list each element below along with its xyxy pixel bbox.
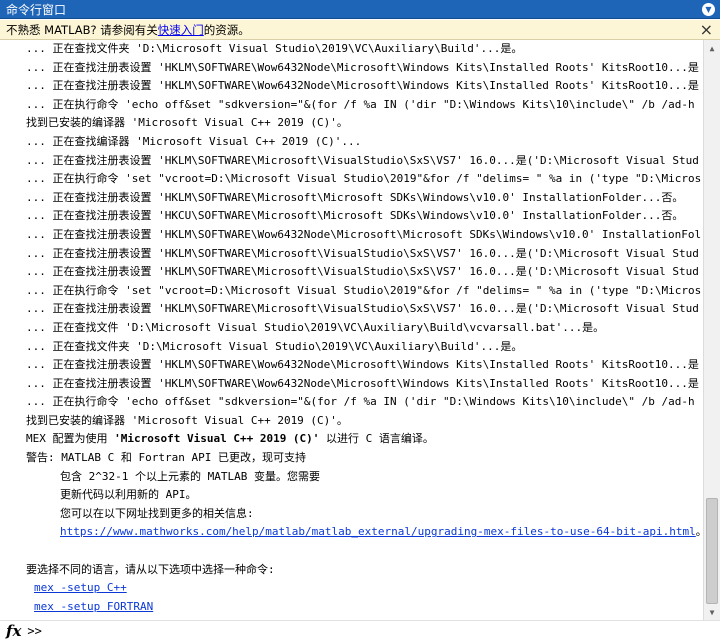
getting-started-notice: 不熟悉 MATLAB? 请参阅有关 快速入门 的资源。 × <box>0 20 720 40</box>
mex-setup-cpp-line: mex -setup C++ <box>0 579 703 598</box>
notice-suffix: 的资源。 <box>203 22 250 37</box>
output-line: ... 正在查找注册表设置 'HKCU\SOFTWARE\Microsoft\M… <box>26 209 684 223</box>
output-line: ... 正在查找注册表设置 'HKLM\SOFTWARE\Wow6432Node… <box>26 227 702 241</box>
command-input[interactable] <box>45 623 720 639</box>
output-line: ... 正在查找注册表设置 'HKLM\SOFTWARE\Microsoft\M… <box>26 190 684 204</box>
output-line: 找到已安装的编译器 'Microsoft Visual C++ 2019 (C)… <box>26 116 348 130</box>
warning-line: 您可以在以下网址找到更多的相关信息: <box>60 506 254 520</box>
warning-url-line: https://www.mathworks.com/help/matlab/ma… <box>0 523 703 542</box>
output-line: ... 正在查找注册表设置 'HKLM\SOFTWARE\Wow6432Node… <box>26 376 699 390</box>
scroll-down-icon[interactable]: ▼ <box>704 604 720 620</box>
output-line: ... 正在查找注册表设置 'HKLM\SOFTWARE\Microsoft\V… <box>26 302 699 316</box>
mex-setup-fortran-link[interactable]: mex -setup FORTRAN <box>34 600 153 613</box>
mex-prefix: MEX 配置为使用 <box>26 432 115 446</box>
command-output[interactable]: ... 正在查找文件夹 'D:\Microsoft Visual Studio\… <box>0 40 703 620</box>
prompt-symbol: >> <box>27 624 42 638</box>
mex-setup-fortran-line: mex -setup FORTRAN <box>0 598 703 617</box>
window-title: 命令行窗口 <box>6 2 67 17</box>
warning-line: 警告: MATLAB C 和 Fortran API 已更改，现可支持 <box>26 451 306 465</box>
fx-icon[interactable]: fx <box>6 622 21 640</box>
output-line: ... 正在查找文件 'D:\Microsoft Visual Studio\2… <box>26 320 605 334</box>
warning-line: 更新代码以利用新的 API。 <box>60 488 197 502</box>
mex-config-line: MEX 配置为使用 'Microsoft Visual C++ 2019 (C)… <box>0 430 703 449</box>
url-suffix: 。 <box>696 525 703 538</box>
output-line: ... 正在查找注册表设置 'HKLM\SOFTWARE\Wow6432Node… <box>26 358 699 372</box>
scroll-up-icon[interactable]: ▲ <box>704 40 720 56</box>
warning-line: 包含 2^32-1 个以上元素的 MATLAB 变量。您需要 <box>60 469 320 483</box>
getting-started-link[interactable]: 快速入门 <box>158 22 204 38</box>
output-line: ... 正在执行命令 'echo off&set "sdkversion="&(… <box>26 97 695 111</box>
output-line: ... 正在查找注册表设置 'HKLM\SOFTWARE\Microsoft\V… <box>26 153 699 167</box>
output-line: 找到已安装的编译器 'Microsoft Visual C++ 2019 (C)… <box>26 413 348 427</box>
output-line: ... 正在查找文件夹 'D:\Microsoft Visual Studio\… <box>26 339 523 353</box>
output-line: ... 正在执行命令 'set "vcroot=D:\Microsoft Vis… <box>26 172 702 186</box>
output-line: ... 正在查找注册表设置 'HKLM\SOFTWARE\Wow6432Node… <box>26 79 699 93</box>
chevron-down-icon[interactable]: ▼ <box>702 2 715 16</box>
upgrading-mex-link[interactable]: https://www.mathworks.com/help/matlab/ma… <box>60 525 696 538</box>
command-prompt: fx >> <box>0 620 720 641</box>
choose-language-text: 要选择不同的语言，请从以下选项中选择一种命令: <box>26 562 275 576</box>
output-line: ... 正在查找注册表设置 'HKLM\SOFTWARE\Microsoft\V… <box>26 246 699 260</box>
output-line: ... 正在查找注册表设置 'HKLM\SOFTWARE\Wow6432Node… <box>26 60 699 74</box>
output-line: ... 正在执行命令 'echo off&set "sdkversion="&(… <box>26 395 695 409</box>
title-bar: 命令行窗口 ▼ <box>0 0 720 19</box>
mex-suffix: 以进行 C 语言编译。 <box>319 432 434 446</box>
output-line: ... 正在执行命令 'set "vcroot=D:\Microsoft Vis… <box>26 283 702 297</box>
output-line: ... 正在查找编译器 'Microsoft Visual C++ 2019 (… <box>26 134 362 148</box>
close-icon[interactable]: × <box>700 21 713 39</box>
scrollbar-thumb[interactable] <box>706 498 718 604</box>
output-line: ... 正在查找注册表设置 'HKLM\SOFTWARE\Microsoft\V… <box>26 265 699 279</box>
vertical-scrollbar[interactable]: ▲ ▼ <box>703 40 720 620</box>
mex-compiler: 'Microsoft Visual C++ 2019 (C)' <box>114 432 320 446</box>
mex-setup-cpp-link[interactable]: mex -setup C++ <box>34 581 127 594</box>
notice-prefix: 不熟悉 MATLAB? 请参阅有关 <box>6 22 158 37</box>
output-line: ... 正在查找文件夹 'D:\Microsoft Visual Studio\… <box>26 42 523 55</box>
